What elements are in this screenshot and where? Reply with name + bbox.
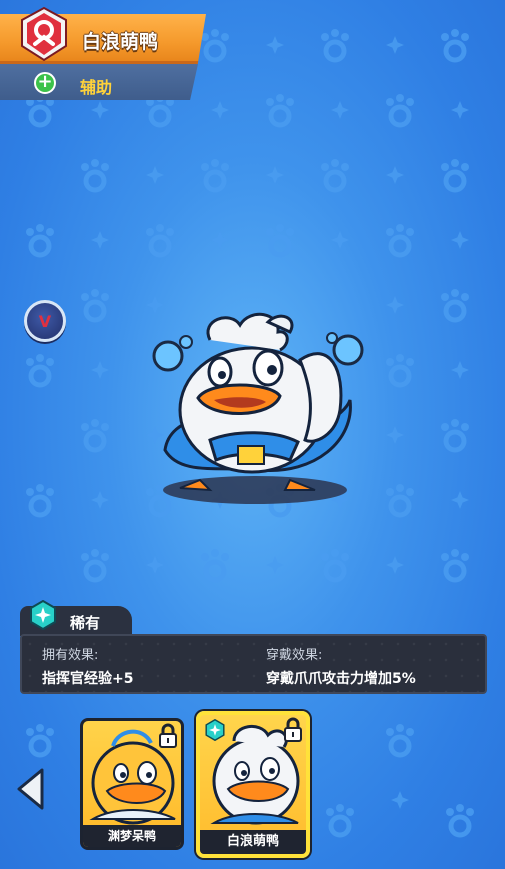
wear-effect-value: 穿戴爪爪攻击力增加5% bbox=[266, 671, 416, 687]
lock-icon bbox=[284, 717, 302, 742]
wear-effect-label: 穿戴效果: bbox=[266, 648, 323, 663]
rank-badge-icon bbox=[21, 6, 67, 62]
previous-arrow-button[interactable] bbox=[14, 767, 48, 811]
plus-icon: + bbox=[34, 72, 56, 94]
card-name: 渊梦呆鸭 bbox=[83, 825, 181, 847]
card-name: 白浪萌鸭 bbox=[200, 830, 306, 854]
rarity-gem-icon bbox=[205, 719, 225, 741]
v-level-button[interactable]: V bbox=[24, 300, 66, 342]
lock-icon bbox=[159, 723, 177, 748]
effects-panel: 拥有效果: 指挥官经验+5 穿戴效果: 穿戴爪爪攻击力增加5% bbox=[20, 634, 487, 694]
pet-card-bailang-duck[interactable]: 白浪萌鸭 bbox=[196, 711, 310, 858]
own-effect-value: 指挥官经验+5 bbox=[42, 671, 134, 687]
white-duck-pet-illustration bbox=[152, 312, 364, 504]
pet-card-yuanmeng-duck[interactable]: 渊梦呆鸭 bbox=[80, 718, 184, 850]
own-effect-label: 拥有效果: bbox=[42, 648, 99, 663]
rarity-gem-icon bbox=[30, 600, 56, 630]
pet-role: 辅助 bbox=[80, 78, 113, 97]
v-level-label: V bbox=[38, 312, 52, 331]
pet-name: 白浪萌鸭 bbox=[82, 31, 159, 53]
rarity-label: 稀有 bbox=[70, 614, 101, 632]
